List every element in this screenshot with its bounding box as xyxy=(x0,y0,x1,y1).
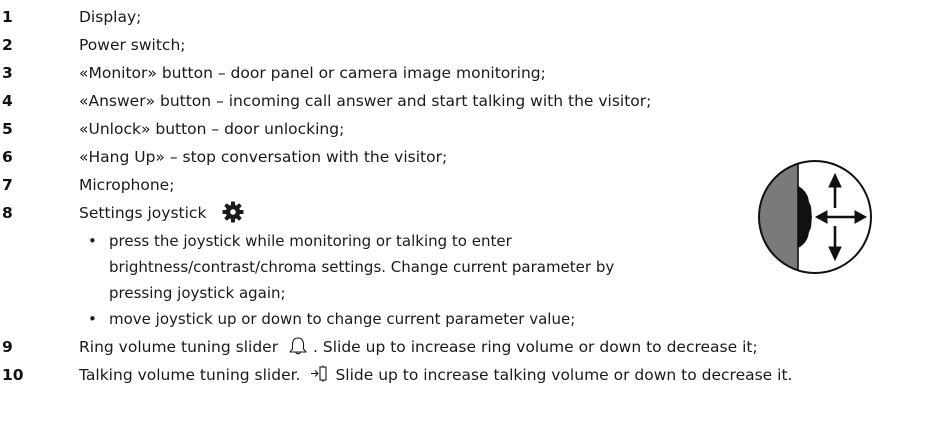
talk-icon xyxy=(311,365,327,382)
item-text: «Monitor» button – door panel or camera … xyxy=(79,64,546,82)
item-text: «Hang Up» – stop conversation with the v… xyxy=(79,148,448,166)
item-text: Power switch; xyxy=(79,36,186,54)
bell-icon xyxy=(289,337,307,355)
settings-joystick-label: Settings joystick xyxy=(79,204,207,222)
ring-volume-label: Ring volume tuning slider xyxy=(79,338,279,356)
item-number: 6 xyxy=(2,148,13,166)
talking-volume-label: Talking volume tuning slider. xyxy=(79,366,301,384)
ring-volume-description: . Slide up to increase ring volume or do… xyxy=(313,338,758,356)
item-number: 7 xyxy=(2,176,13,194)
item-number: 3 xyxy=(2,64,13,82)
item-number: 10 xyxy=(2,366,24,384)
bullet-marker: • xyxy=(88,232,97,250)
item-text: Display; xyxy=(79,8,142,26)
gear-icon xyxy=(222,201,244,222)
item-number: 2 xyxy=(2,36,13,54)
bullet-text: press the joystick while monitoring or t… xyxy=(109,232,512,250)
item-text: Microphone; xyxy=(79,176,175,194)
item-number: 1 xyxy=(2,8,13,26)
sub-bullet-line: pressing joystick again; xyxy=(0,280,926,306)
item-text: Ring volume tuning slider . Slide up to … xyxy=(79,334,758,360)
sub-bullet: • move joystick up or down to change cur… xyxy=(0,306,926,332)
list-item: 3 «Monitor» button – door panel or camer… xyxy=(0,60,926,86)
item-text: Settings joystick xyxy=(79,200,245,226)
item-text: «Unlock» button – door unlocking; xyxy=(79,120,345,138)
talking-volume-description: Slide up to increase talking volume or d… xyxy=(335,366,793,384)
list-item: 4 «Answer» button – incoming call answer… xyxy=(0,88,926,114)
joystick-diagram-icon xyxy=(758,160,872,274)
item-text: Talking volume tuning slider. Slide up t… xyxy=(79,362,792,388)
item-number: 4 xyxy=(2,92,13,110)
bullet-marker: • xyxy=(88,310,97,328)
bullet-text: pressing joystick again; xyxy=(109,284,286,302)
item-number: 8 xyxy=(2,204,13,222)
list-item: 5 «Unlock» button – door unlocking; xyxy=(0,116,926,142)
bullet-text: move joystick up or down to change curre… xyxy=(109,310,576,328)
list-item: 1 Display; xyxy=(0,4,926,30)
list-item: 10 Talking volume tuning slider. Slide u… xyxy=(0,362,926,388)
list-item: 2 Power switch; xyxy=(0,32,926,58)
item-text: «Answer» button – incoming call answer a… xyxy=(79,92,652,110)
bullet-text: brightness/contrast/chroma settings. Cha… xyxy=(109,258,615,276)
item-number: 9 xyxy=(2,338,13,356)
item-number: 5 xyxy=(2,120,13,138)
list-item: 9 Ring volume tuning slider . Slide up t… xyxy=(0,334,926,360)
